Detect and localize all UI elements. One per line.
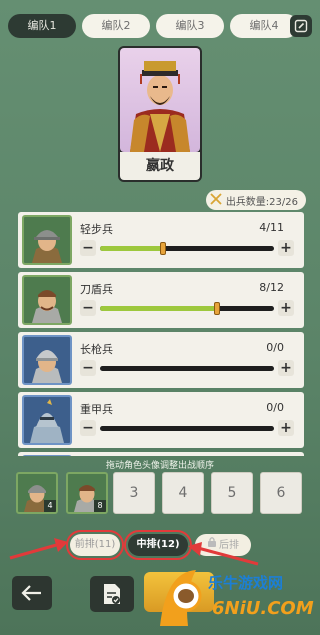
formation-slot-5[interactable]: 5: [211, 472, 253, 514]
front-row-button[interactable]: 前排(11): [66, 530, 124, 560]
unit-slider[interactable]: [100, 426, 274, 431]
unit-amount: 0/0: [266, 401, 284, 414]
svg-text:乐牛游戏网: 乐牛游戏网: [208, 574, 283, 592]
decrease-button[interactable]: −: [80, 240, 96, 256]
document-check-icon: [104, 584, 120, 604]
tab-formation-4[interactable]: 编队4: [230, 14, 298, 38]
slider-fill: [100, 306, 217, 311]
increase-button[interactable]: +: [278, 360, 294, 376]
decrease-button[interactable]: −: [80, 420, 96, 436]
hero-card[interactable]: 嬴政: [118, 46, 202, 182]
unit-avatar-spearman: [22, 335, 72, 385]
unit-row: [18, 452, 304, 456]
formation-slot-6[interactable]: 6: [260, 472, 302, 514]
unit-row: 轻步兵 4/11 − +: [18, 212, 304, 268]
svg-text:6NiU.COM: 6NiU.COM: [212, 598, 314, 619]
increase-button[interactable]: +: [278, 300, 294, 316]
unit-name: 刀盾兵: [80, 283, 113, 296]
tab-formation-2[interactable]: 编队2: [82, 14, 150, 38]
unit-name: 长枪兵: [80, 343, 113, 356]
unit-row: 长枪兵 0/0 − +: [18, 332, 304, 388]
decrease-button[interactable]: −: [80, 360, 96, 376]
back-button[interactable]: [12, 576, 52, 610]
unit-list[interactable]: 轻步兵 4/11 − + 刀盾兵 8/12 − + 长枪兵 0/0 − + 重甲…: [18, 212, 304, 456]
decrease-button[interactable]: −: [80, 300, 96, 316]
red-arrow-icon: [9, 538, 68, 560]
drag-hint: 拖动角色头像调整出战顺序: [105, 461, 214, 471]
slider-fill: [100, 246, 163, 251]
troop-count-label: 出兵数量:23/26: [225, 196, 298, 208]
unit-amount: 4/11: [259, 221, 284, 234]
formation-slot-1[interactable]: 4: [16, 472, 58, 514]
leniu-watermark-logo: 乐牛游戏网 6NiU.COM: [160, 570, 314, 626]
unit-slider[interactable]: [100, 302, 274, 315]
formation-screen: 编队1 编队2 编队3 编队4 嬴政 出兵数量:23/26 轻步兵 4/11 −…: [0, 0, 320, 635]
unit-row: 重甲兵 0/0 − +: [18, 392, 304, 448]
slot-count-badge: 8: [94, 500, 106, 512]
formation-slot-3[interactable]: 3: [113, 472, 155, 514]
slider-thumb[interactable]: [213, 302, 220, 315]
edit-icon[interactable]: [290, 15, 312, 37]
back-arrow-icon: [21, 585, 41, 601]
unit-avatar-sword-shield: [22, 275, 72, 325]
increase-button[interactable]: +: [278, 240, 294, 256]
formation-tabbar: 编队1 编队2 编队3 编队4: [8, 14, 312, 38]
unit-name: 轻步兵: [80, 223, 113, 236]
troop-count-badge: 出兵数量:23/26: [205, 190, 306, 210]
hero-name: 嬴政: [120, 152, 200, 180]
tab-formation-1[interactable]: 编队1: [8, 14, 76, 38]
unit-row: 刀盾兵 8/12 − +: [18, 272, 304, 328]
increase-button[interactable]: +: [278, 420, 294, 436]
hero-portrait: [120, 48, 200, 152]
unit-amount: 8/12: [259, 281, 284, 294]
formation-slot-2[interactable]: 8: [66, 472, 108, 514]
unit-name: 重甲兵: [80, 403, 113, 416]
unit-avatar-light-infantry: [22, 215, 72, 265]
unit-avatar: [22, 455, 72, 456]
slider-thumb[interactable]: [159, 242, 166, 255]
formation-slot-4[interactable]: 4: [162, 472, 204, 514]
unit-slider[interactable]: [100, 366, 274, 371]
unit-slider[interactable]: [100, 242, 274, 255]
slot-count-badge: 4: [44, 500, 56, 512]
crossed-swords-icon: [210, 192, 222, 208]
unit-avatar-heavy-armor: [22, 395, 72, 445]
middle-row-button[interactable]: 中排(12): [124, 530, 192, 560]
save-formation-button[interactable]: [90, 576, 134, 612]
tab-formation-3[interactable]: 编队3: [156, 14, 224, 38]
unit-amount: 0/0: [266, 341, 284, 354]
